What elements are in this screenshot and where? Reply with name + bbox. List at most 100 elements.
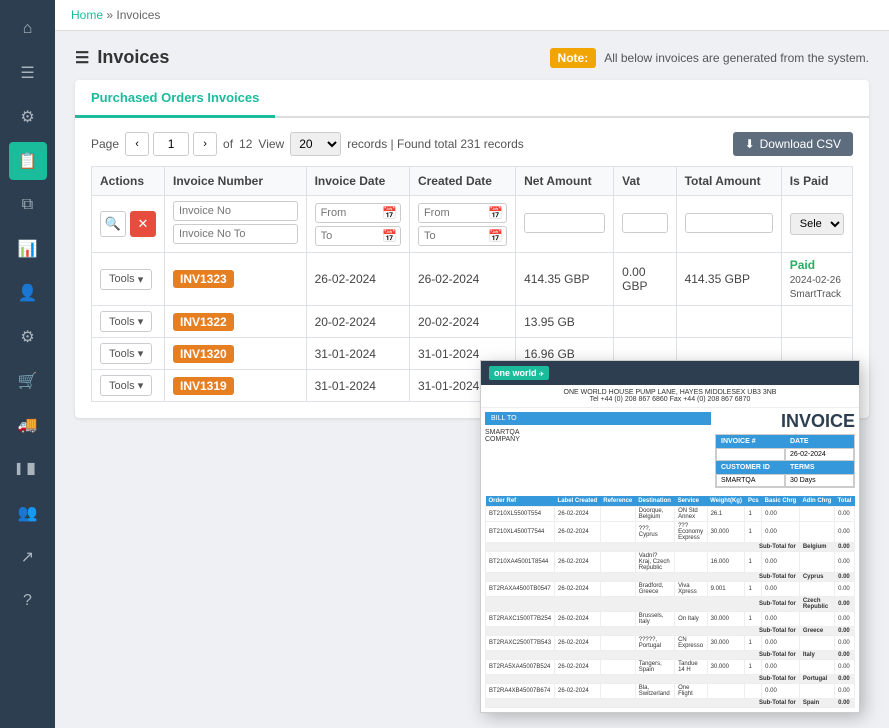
invoice-popup-header: one world ✈ [481,361,859,385]
page-label: Page [91,137,119,151]
col-total-amount: Total Amount [676,167,781,196]
invoice-date-3: 31-01-2024 [306,338,409,370]
invoice-no-value [716,448,785,461]
breadcrumb-home[interactable]: Home [71,8,103,22]
terms-value: 30 Days [785,474,854,487]
next-page-button[interactable]: › [193,132,217,156]
invoice-to-input[interactable] [173,224,298,244]
invoice-date-2: 20-02-2024 [306,306,409,338]
company-logo: one world ✈ [489,366,549,380]
created-date-from-input[interactable] [418,203,507,223]
tools-button-2[interactable]: Tools ▾ [100,311,152,332]
invoice-items-table: Order Ref Label Created Reference Destin… [485,496,855,708]
th-adln: Adln Chrg [799,496,834,507]
customer-company: COMPANY [485,436,711,443]
tab-purchased-orders[interactable]: Purchased Orders Invoices [75,80,275,118]
sidebar-item-cart[interactable]: 🛒 [9,362,47,400]
sidebar-item-help[interactable]: ? [9,582,47,620]
tools-button-1[interactable]: Tools ▾ [100,269,152,290]
top-bar: Home » Invoices [55,0,889,31]
inv-table-row: BT2RA4XB45007B67426-02-2024 Bla, Switzer… [486,684,855,699]
inv-dest: Doorque, Belgium [635,507,674,522]
inv-created: 26-02-2024 [555,507,601,522]
net-amount-1: 414.35 GBP [516,253,614,306]
page-nav: ‹ › [125,132,217,156]
search-button[interactable]: 🔍 [100,211,126,237]
view-select[interactable]: 10 20 50 100 [290,132,341,156]
net-amount-input[interactable] [524,213,605,233]
page-header: ☰ Invoices Note: All below invoices are … [75,47,869,68]
sidebar-item-barcode[interactable]: ▌▐▌ [9,450,47,488]
is-paid-select[interactable]: Select ( Paid Unpaid [790,213,844,235]
sidebar-item-truck[interactable]: 🚚 [9,406,47,444]
date-header: DATE [785,435,854,448]
th-label-created: Label Created [555,496,601,507]
records-text: records | Found total 231 records [347,137,524,151]
inv-table-row: BT2RAXA4500TB054726-02-2024 Bradford, Gr… [486,582,855,597]
invoice-info-grid: INVOICE # DATE 26-02-2024 CUSTOMER ID TE… [715,434,855,488]
created-date-to-input[interactable] [418,226,507,246]
download-icon: ⬇ [745,137,755,151]
total-pages: 12 [239,137,252,151]
created-date-2: 20-02-2024 [409,306,515,338]
sidebar-item-arrow[interactable]: ↗ [9,538,47,576]
invoice-date-from-wrap: 📅 [315,203,401,223]
chevron-down-icon: ▾ [138,347,144,360]
invoice-popup: one world ✈ ONE WORLD HOUSE PUMP LANE, H… [480,360,860,713]
chevron-down-icon: ▾ [138,315,144,328]
sidebar-item-users[interactable]: 👥 [9,494,47,532]
customer-id-value: SMARTQA [716,474,785,487]
inv-table-row: BT210XL4500T754426-02-2024 ???, Cyprus??… [486,522,855,543]
col-is-paid: Is Paid [781,167,852,196]
company-tel: Tel +44 (0) 208 867 6860 Fax +44 (0) 208… [485,396,855,403]
th-destination: Destination [635,496,674,507]
bill-to-box: BILL TO [485,412,711,425]
sidebar-item-home[interactable]: ⌂ [9,10,47,48]
note-text: All below invoices are generated from th… [604,51,869,65]
inv-service: ON Std Annex [675,507,708,522]
created-date-1: 26-02-2024 [409,253,515,306]
tools-button-3[interactable]: Tools ▾ [100,343,152,364]
sidebar-item-settings[interactable]: ⚙ [9,98,47,136]
breadcrumb-current: Invoices [116,8,160,22]
customer-info: SMARTQA COMPANY [485,429,711,443]
sidebar-item-file[interactable]: 📋 [9,142,47,180]
view-label: View [258,137,284,151]
th-order-ref: Order Ref [486,496,555,507]
th-total: Total [835,496,855,507]
page-number-input[interactable] [153,132,189,156]
vat-input[interactable] [622,213,667,233]
terms-header: TERMS [785,461,854,474]
inv-table-row: BT2RAXC1500T7B25426-02-2024 Brussels, It… [486,612,855,627]
sidebar-item-profile[interactable]: 👤 [9,274,47,312]
tools-button-4[interactable]: Tools ▾ [100,375,152,396]
note-badge: Note: [550,48,597,68]
inv-table-row: BT2RAXC2500T7B54326-02-2024 ?????, Portu… [486,636,855,651]
invoice-number-badge-1: INV1323 [173,270,234,288]
col-invoice-number: Invoice Number [165,167,307,196]
list-icon: ☰ [75,48,89,68]
invoice-date-to-input[interactable] [315,226,401,246]
col-actions: Actions [92,167,165,196]
vat-1: 0.00 GBP [614,253,676,306]
sidebar-item-copy[interactable]: ⧉ [9,186,47,224]
clear-button[interactable]: ✕ [130,211,156,237]
company-address: ONE WORLD HOUSE PUMP LANE, HAYES MIDDLES… [485,389,855,396]
sidebar-item-chart[interactable]: 📊 [9,230,47,268]
invoice-date-from-input[interactable] [315,203,401,223]
chevron-down-icon: ▾ [138,273,144,286]
total-amount-input[interactable] [685,213,773,233]
col-invoice-date: Invoice Date [306,167,409,196]
invoice-right: INVOICE INVOICE # DATE 26-02-2024 CUSTOM… [715,412,855,488]
col-created-date: Created Date [409,167,515,196]
sidebar-item-menu[interactable]: ☰ [9,54,47,92]
download-csv-button[interactable]: ⬇ Download CSV [733,132,853,156]
prev-page-button[interactable]: ‹ [125,132,149,156]
col-net-amount: Net Amount [516,167,614,196]
invoice-date-1: 26-02-2024 [306,253,409,306]
invoice-from-input[interactable] [173,201,298,221]
customer-id-header: CUSTOMER ID [716,461,785,474]
th-pcs: Pcs [745,496,762,507]
sidebar-item-gear2[interactable]: ⚙ [9,318,47,356]
th-weight: Weight(Kg) [707,496,745,507]
